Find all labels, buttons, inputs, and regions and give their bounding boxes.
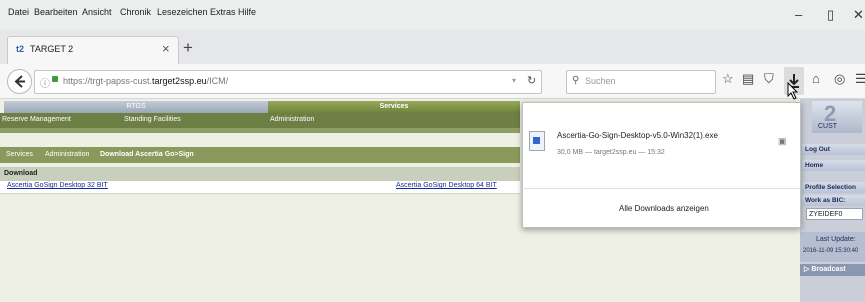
lock-icon xyxy=(52,76,58,82)
user-name: CUST xyxy=(818,123,838,130)
popup-divider xyxy=(522,188,800,189)
broadcast-label: Broadcast xyxy=(811,266,846,273)
mouse-cursor-icon xyxy=(787,82,799,100)
url-path: /ICM/ xyxy=(206,76,229,86)
search-field[interactable]: ⚲ Suchen xyxy=(566,70,716,94)
download-link-32bit[interactable]: Ascertia GoSign Desktop 32 BIT xyxy=(7,182,108,189)
bic-select[interactable]: ZYEIDEF0 xyxy=(806,208,863,220)
reading-list-icon[interactable]: ▤ xyxy=(742,71,754,87)
menu-bearbeiten[interactable]: Bearbeiten xyxy=(34,7,78,17)
url-bar[interactable]: ⓘ https://trgt-papss-cust.target2ssp.eu/… xyxy=(34,70,542,94)
module-nav: Reserve Management Standing Facilities A… xyxy=(0,113,520,128)
nav-administration[interactable]: Administration xyxy=(270,116,314,123)
home-button[interactable]: Home xyxy=(802,160,865,171)
url-prefix: https://trgt-papss-cust. xyxy=(63,76,153,86)
show-all-downloads-link[interactable]: Alle Downloads anzeigen xyxy=(619,204,709,213)
last-update-panel: Last Update: 2016-11-09 15:30:40 xyxy=(800,232,865,262)
user-panel: 2 CUST xyxy=(812,101,862,133)
last-update-value: 2016-11-09 15:30:40 xyxy=(803,248,859,254)
download-meta: 30,0 MB — target2ssp.eu — 15:32 xyxy=(557,149,665,156)
menu-bar: Datei Bearbeiten Ansicht Chronik Lesezei… xyxy=(0,0,865,30)
close-window-button[interactable]: ✕ xyxy=(853,7,864,23)
work-as-bic-label: Work as BIC: xyxy=(802,195,865,206)
dropdown-arrow-icon[interactable]: ▾ xyxy=(512,76,516,85)
reload-icon[interactable]: ↻ xyxy=(527,74,536,87)
home-icon[interactable]: ⌂ xyxy=(812,71,820,86)
tab-services[interactable]: Services xyxy=(268,101,520,113)
menu-datei[interactable]: Datei xyxy=(8,7,29,17)
search-icon: ⚲ xyxy=(572,75,580,86)
nav-divider xyxy=(0,128,520,133)
download-header: Download xyxy=(0,167,520,181)
tab-title: TARGET 2 xyxy=(30,44,74,54)
breadcrumb: Services Administration Download Ascerti… xyxy=(0,147,520,163)
download-header-label: Download xyxy=(4,170,38,177)
tab-close-icon[interactable]: × xyxy=(162,41,170,56)
broadcast-button[interactable]: ▷ Broadcast xyxy=(800,264,865,276)
download-row: Ascertia GoSign Desktop 32 BIT Ascertia … xyxy=(0,181,520,194)
sync-icon[interactable]: ◎ xyxy=(834,71,845,87)
last-update-label: Last Update: xyxy=(816,236,856,243)
breadcrumb-services[interactable]: Services xyxy=(6,151,33,158)
url-host: target2ssp.eu xyxy=(152,76,207,86)
nav-reserve-management[interactable]: Reserve Management xyxy=(2,116,71,123)
menu-hamburger-icon[interactable]: ☰ xyxy=(855,71,865,87)
pocket-icon[interactable]: ⛉ xyxy=(764,71,774,87)
menu-chronik[interactable]: Chronik xyxy=(120,7,151,17)
breadcrumb-administration[interactable]: Administration xyxy=(45,151,89,158)
minimize-button[interactable]: – xyxy=(795,7,802,22)
downloads-panel: Ascertia-Go-Sign-Desktop-v5.0-Win32(1).e… xyxy=(522,102,801,228)
broadcast-arrow-icon: ▷ xyxy=(804,266,810,273)
file-icon xyxy=(529,131,545,151)
info-icon[interactable]: ⓘ xyxy=(40,75,50,90)
logout-button[interactable]: Log Out xyxy=(802,144,865,155)
menu-ansicht[interactable]: Ansicht xyxy=(82,7,112,17)
tab-rtgs[interactable]: RTGS xyxy=(4,101,268,113)
new-tab-button[interactable]: + xyxy=(183,38,193,58)
back-arrow-icon xyxy=(14,75,25,88)
menu-lesezeichen[interactable]: Lesezeichen xyxy=(157,7,208,17)
browser-tab[interactable]: t2 TARGET 2 × xyxy=(7,36,179,65)
breadcrumb-download: Download Ascertia Go>Sign xyxy=(100,151,194,158)
download-filename[interactable]: Ascertia-Go-Sign-Desktop-v5.0-Win32(1).e… xyxy=(557,131,718,140)
profile-selection-button[interactable]: Profile Selection xyxy=(802,182,865,193)
bookmark-star-icon[interactable]: ☆ xyxy=(722,71,734,87)
download-link-64bit[interactable]: Ascertia GoSign Desktop 64 BIT xyxy=(396,182,497,189)
search-placeholder: Suchen xyxy=(585,76,616,86)
nav-standing-facilities[interactable]: Standing Facilities xyxy=(124,116,181,123)
open-folder-icon[interactable]: ▣ xyxy=(778,136,787,147)
menu-extras[interactable]: Extras xyxy=(210,7,236,17)
maximize-button[interactable]: ▯ xyxy=(827,7,834,23)
favicon-icon: t2 xyxy=(16,44,25,54)
menu-hilfe[interactable]: Hilfe xyxy=(238,7,256,17)
back-button[interactable] xyxy=(7,69,32,94)
